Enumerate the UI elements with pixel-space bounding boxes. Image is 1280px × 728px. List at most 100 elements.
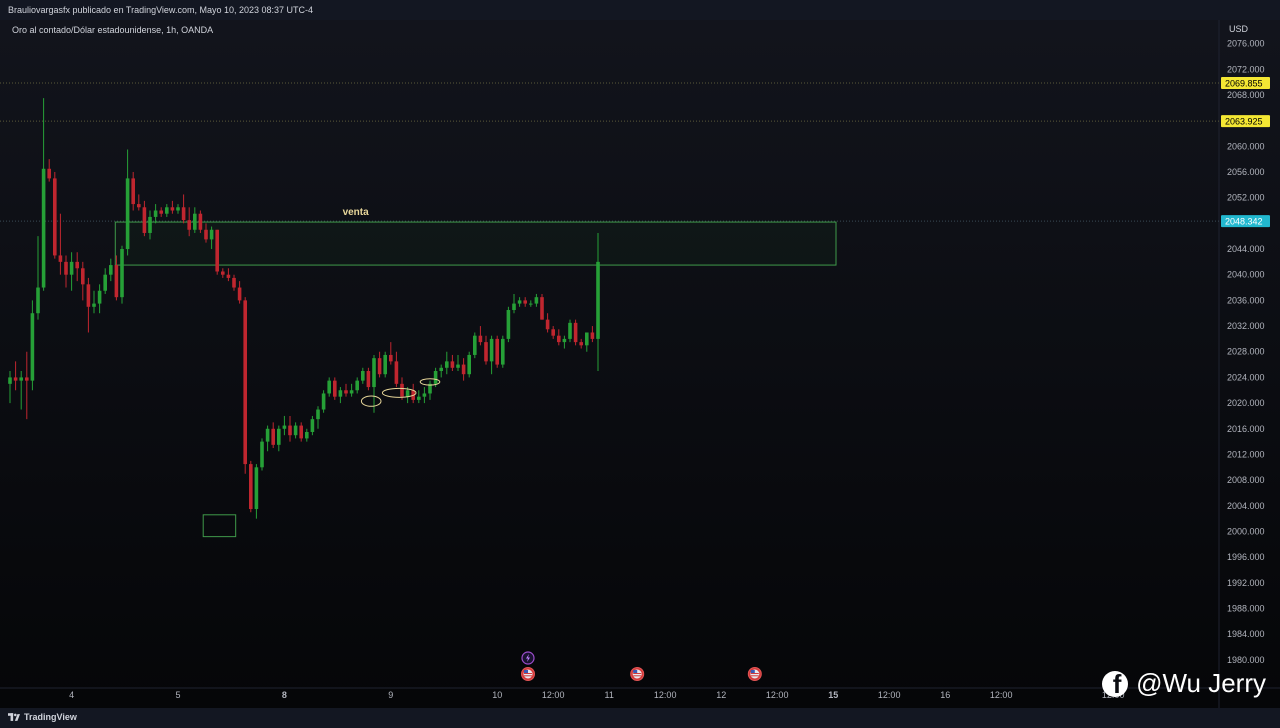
candle-body bbox=[165, 207, 169, 214]
candle-body bbox=[92, 303, 96, 307]
candle-body bbox=[237, 287, 242, 301]
candle-body bbox=[198, 213, 203, 230]
price-tick-label: 2044.000 bbox=[1227, 244, 1265, 254]
candle-body bbox=[69, 261, 74, 275]
candle-body bbox=[103, 274, 107, 291]
candle-body bbox=[405, 390, 410, 397]
candle-body bbox=[148, 216, 152, 233]
currency-label: USD bbox=[1229, 24, 1249, 34]
price-tick-label: 1992.000 bbox=[1227, 578, 1265, 588]
watermark: f @Wu Jerry bbox=[1102, 668, 1266, 699]
time-tick-label: 11 bbox=[605, 690, 614, 700]
candle-body bbox=[265, 428, 270, 442]
us-flag-stripe bbox=[633, 675, 642, 677]
tradingview-logo[interactable]: TradingView bbox=[8, 712, 77, 722]
candle-body bbox=[467, 354, 471, 375]
candle-body bbox=[377, 358, 382, 375]
us-flag-stripe bbox=[524, 675, 532, 677]
candle-body bbox=[36, 287, 40, 314]
candle-body bbox=[478, 335, 483, 343]
candle-body bbox=[355, 380, 359, 391]
candle-body bbox=[170, 207, 175, 211]
candle-body bbox=[86, 284, 91, 307]
candle-body bbox=[361, 371, 365, 381]
candle-body bbox=[456, 364, 460, 368]
candle-body bbox=[282, 425, 287, 429]
price-tick-label: 2060.000 bbox=[1227, 141, 1265, 151]
chart-background bbox=[0, 20, 1280, 708]
price-tick-label: 2072.000 bbox=[1227, 64, 1265, 74]
price-chart[interactable]: USD2076.0002072.0002068.0002064.0002060.… bbox=[0, 20, 1280, 708]
sell-zone-rectangle[interactable] bbox=[114, 221, 837, 266]
candle-body bbox=[249, 464, 253, 510]
candle-body bbox=[97, 290, 102, 304]
time-tick-label: 12:00 bbox=[766, 690, 789, 700]
time-tick-label: 9 bbox=[388, 690, 393, 700]
candle-body bbox=[450, 361, 455, 368]
candle-body bbox=[568, 322, 572, 339]
candle-body bbox=[433, 371, 438, 384]
time-tick-label: 12:00 bbox=[878, 690, 901, 700]
price-tag-label: 2063.925 bbox=[1225, 117, 1263, 127]
candle-body bbox=[221, 271, 225, 275]
candle-body bbox=[372, 358, 376, 388]
time-tick-label: 16 bbox=[940, 690, 950, 700]
time-tick-label: 12:00 bbox=[990, 690, 1013, 700]
price-tick-label: 1996.000 bbox=[1227, 552, 1265, 562]
candle-body bbox=[215, 229, 219, 272]
time-tick-label: 10 bbox=[492, 690, 502, 700]
candle-body bbox=[439, 367, 443, 371]
candle-body bbox=[501, 338, 505, 365]
price-tick-label: 2020.000 bbox=[1227, 398, 1265, 408]
candle-body bbox=[232, 277, 236, 288]
time-tick-label: 5 bbox=[175, 690, 180, 700]
candle-body bbox=[445, 361, 449, 368]
us-flag-canton bbox=[750, 670, 755, 673]
candle-body bbox=[349, 390, 354, 394]
publisher-line: Brauliovargasfx publicado en TradingView… bbox=[8, 5, 314, 15]
candle-body bbox=[579, 342, 583, 346]
candle-body bbox=[131, 178, 135, 205]
candle-body bbox=[523, 300, 527, 304]
candle-body bbox=[299, 425, 303, 439]
candle-body bbox=[596, 261, 600, 339]
candle-body bbox=[461, 364, 466, 375]
tradingview-logo-icon bbox=[8, 712, 20, 721]
price-tick-label: 2076.000 bbox=[1227, 39, 1265, 49]
candle-body bbox=[305, 431, 309, 439]
time-tick-label: 4 bbox=[69, 690, 74, 700]
candle-body bbox=[8, 377, 12, 384]
candle-body bbox=[209, 229, 214, 240]
candle-body bbox=[394, 361, 399, 384]
time-tick-label: 8 bbox=[282, 690, 287, 700]
time-tick-label: 15 bbox=[828, 690, 838, 700]
price-tick-label: 2068.000 bbox=[1227, 90, 1265, 100]
candle-body bbox=[142, 207, 147, 233]
chart-area[interactable]: USD2076.0002072.0002068.0002064.0002060.… bbox=[0, 20, 1280, 708]
candle-body bbox=[277, 428, 281, 445]
price-tick-label: 1984.000 bbox=[1227, 629, 1265, 639]
candle-body bbox=[383, 354, 387, 375]
candle-body bbox=[321, 393, 326, 410]
candle-body bbox=[529, 303, 533, 305]
candle-body bbox=[226, 274, 231, 278]
time-tick-label: 12:00 bbox=[542, 690, 565, 700]
candle-body bbox=[260, 441, 264, 468]
candle-body bbox=[47, 168, 51, 179]
symbol-info: Oro al contado/Dólar estadounidense, 1h,… bbox=[12, 25, 214, 35]
price-tick-label: 2056.000 bbox=[1227, 167, 1265, 177]
candle-body bbox=[400, 383, 404, 397]
candle-body bbox=[30, 313, 35, 381]
us-flag-canton bbox=[633, 670, 638, 673]
price-tag-label: 2048.342 bbox=[1225, 217, 1263, 227]
price-tick-label: 2040.000 bbox=[1227, 270, 1265, 280]
candle-body bbox=[288, 425, 292, 436]
candle-body bbox=[534, 297, 539, 304]
us-flag-stripe bbox=[524, 673, 532, 674]
candle-body bbox=[181, 207, 186, 221]
candle-body bbox=[293, 425, 298, 436]
time-tick-label: 12 bbox=[716, 690, 726, 700]
candle-body bbox=[540, 297, 544, 320]
candle-body bbox=[422, 393, 427, 397]
candle-body bbox=[254, 467, 259, 510]
